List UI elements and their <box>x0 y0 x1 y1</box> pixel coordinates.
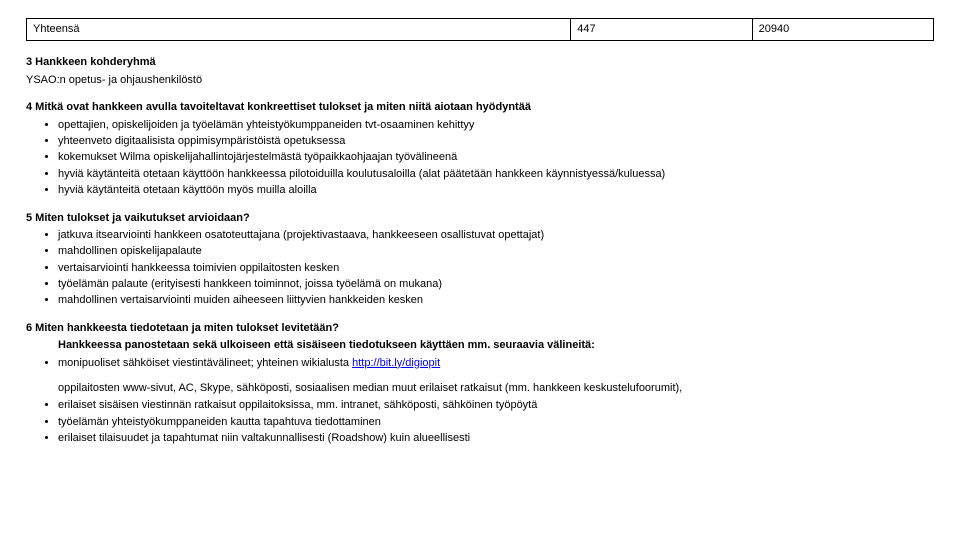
table-row: Yhteensä 447 20940 <box>27 19 934 41</box>
section4-heading: 4 Mitkä ovat hankkeen avulla tavoiteltav… <box>26 100 934 115</box>
list-item: vertaisarviointi hankkeessa toimivien op… <box>58 261 934 276</box>
list-item: hyviä käytänteitä otetaan käyttöön hankk… <box>58 167 934 182</box>
list-item: erilaiset tilaisuudet ja tapahtumat niin… <box>58 431 934 446</box>
wiki-link[interactable]: http://bit.ly/digiopit <box>352 357 440 369</box>
list-item: mahdollinen vertaisarviointi muiden aihe… <box>58 293 934 308</box>
section3-heading: 3 Hankkeen kohderyhmä <box>26 55 934 70</box>
list-item: hyviä käytänteitä otetaan käyttöön myös … <box>58 183 934 198</box>
totals-table: Yhteensä 447 20940 <box>26 18 934 41</box>
section3-body: YSAO:n opetus- ja ohjaushenkilöstö <box>26 73 934 88</box>
list-item: työelämän palaute (erityisesti hankkeen … <box>58 277 934 292</box>
list-item: yhteenveto digitaalisista oppimisympäris… <box>58 134 934 149</box>
list-item: erilaiset sisäisen viestinnän ratkaisut … <box>58 398 934 413</box>
list-item: jatkuva itsearviointi hankkeen osatoteut… <box>58 228 934 243</box>
list-item: monipuoliset sähköiset viestintävälineet… <box>58 356 934 371</box>
list-item: työelämän yhteistyökumppaneiden kautta t… <box>58 415 934 430</box>
section6-list-2: erilaiset sisäisen viestinnän ratkaisut … <box>26 398 934 446</box>
totals-col3-cell: 20940 <box>752 19 933 41</box>
section5-list: jatkuva itsearviointi hankkeen osatoteut… <box>26 228 934 309</box>
totals-col2-cell: 447 <box>571 19 752 41</box>
section6-heading: 6 Miten hankkeesta tiedotetaan ja miten … <box>26 321 934 336</box>
list-item: opettajien, opiskelijoiden ja työelämän … <box>58 118 934 133</box>
section6-intro: Hankkeessa panostetaan sekä ulkoiseen et… <box>58 338 934 353</box>
totals-label-cell: Yhteensä <box>27 19 571 41</box>
section4-list: opettajien, opiskelijoiden ja työelämän … <box>26 118 934 199</box>
section6-item1-prefix: monipuoliset sähköiset viestintävälineet… <box>58 357 352 369</box>
section6-sub1: oppilaitosten www-sivut, AC, Skype, sähk… <box>58 381 934 396</box>
section6-list: monipuoliset sähköiset viestintävälineet… <box>26 356 934 371</box>
list-item: mahdollinen opiskelijapalaute <box>58 244 934 259</box>
list-item: kokemukset Wilma opiskelijahallintojärje… <box>58 150 934 165</box>
section5-heading: 5 Miten tulokset ja vaikutukset arvioida… <box>26 211 934 226</box>
